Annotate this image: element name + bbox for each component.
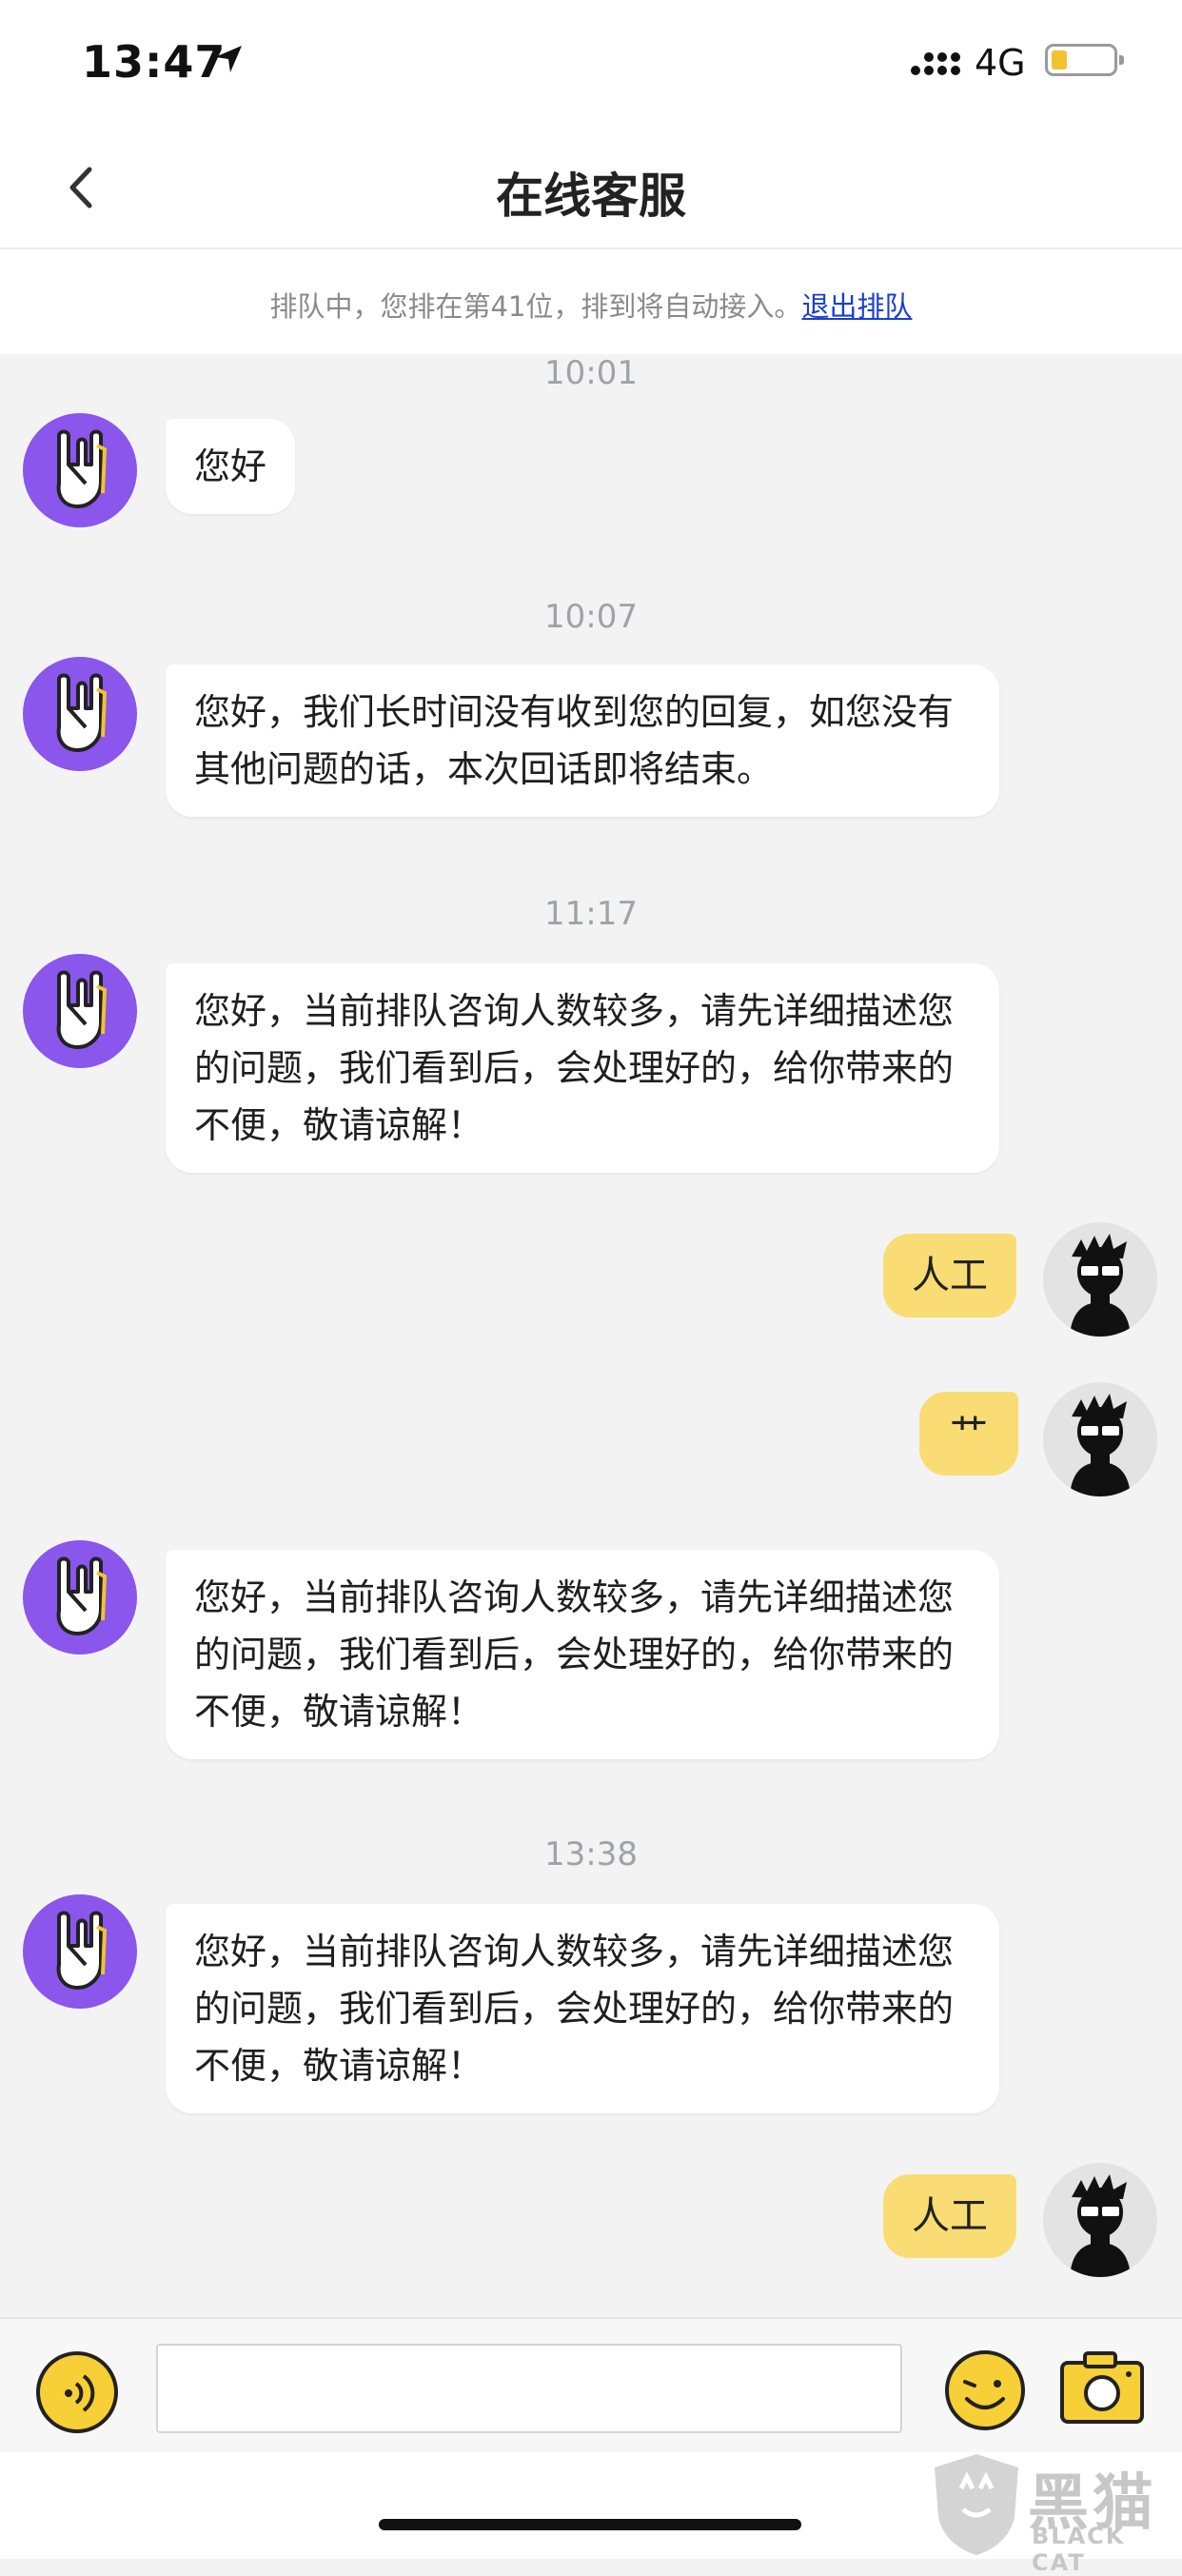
camera-icon[interactable] <box>1056 2348 1148 2431</box>
user-message-bubble: 人工 <box>883 1234 1016 1318</box>
location-arrow-icon <box>211 42 246 80</box>
agent-message-bubble: 您好，当前排队咨询人数较多，请先详细描述您的问题，我们看到后，会处理好的，给你带… <box>166 1550 999 1759</box>
user-message-bubble: 艹 <box>919 1392 1018 1476</box>
agent-message-bubble: 您好 <box>166 419 296 514</box>
page-title: 在线客服 <box>496 168 686 224</box>
exit-queue-link[interactable]: 退出排队 <box>801 290 912 323</box>
agent-avatar <box>23 954 137 1068</box>
user-avatar <box>1043 2163 1157 2277</box>
chat-area[interactable]: 10:01 您好 10:07 您好，我们长时间没有收到您的回复，如您没有其他问题… <box>0 354 1182 2317</box>
user-avatar <box>1043 1382 1157 1496</box>
agent-message-bubble: 您好，当前排队咨询人数较多，请先详细描述您的问题，我们看到后，会处理好的，给你带… <box>166 963 999 1173</box>
agent-message-bubble: 您好，我们长时间没有收到您的回复，如您没有其他问题的话，本次回话即将结束。 <box>166 664 999 817</box>
agent-message-bubble: 您好，当前排队咨询人数较多，请先详细描述您的问题，我们看到后，会处理好的，给你带… <box>166 1904 999 2113</box>
watermark-en: BLACK CAT <box>1032 2523 1126 2576</box>
agent-avatar <box>23 413 137 527</box>
input-bar <box>0 2317 1182 2452</box>
timestamp: 13:38 <box>544 1835 638 1873</box>
timestamp: 10:01 <box>544 354 638 392</box>
status-bar: 13:47 4G <box>0 0 1182 126</box>
signal-icon <box>910 48 963 80</box>
agent-avatar <box>23 657 137 771</box>
queue-notice-text: 排队中，您排在第41位，排到将自动接入。 <box>269 290 802 323</box>
nav-bar: 在线客服 <box>0 126 1182 249</box>
cat-shield-icon <box>935 2454 1018 2555</box>
agent-avatar <box>23 1894 137 2009</box>
home-indicator[interactable] <box>379 2519 801 2530</box>
timestamp: 11:17 <box>544 895 638 933</box>
agent-avatar <box>23 1540 137 1655</box>
timestamp: 10:07 <box>544 598 638 636</box>
network-type: 4G <box>975 42 1026 84</box>
emoji-icon[interactable] <box>942 2348 1028 2437</box>
voice-icon[interactable] <box>36 2351 118 2433</box>
queue-notice: 排队中，您排在第41位，排到将自动接入。退出排队 <box>0 249 1182 354</box>
battery-icon <box>1045 44 1124 76</box>
user-avatar <box>1043 1222 1157 1337</box>
watermark: 黑猫 BLACK CAT <box>925 2448 1182 2576</box>
user-message-bubble: 人工 <box>883 2174 1016 2258</box>
message-input[interactable] <box>156 2344 902 2433</box>
status-time: 13:47 <box>82 36 227 88</box>
